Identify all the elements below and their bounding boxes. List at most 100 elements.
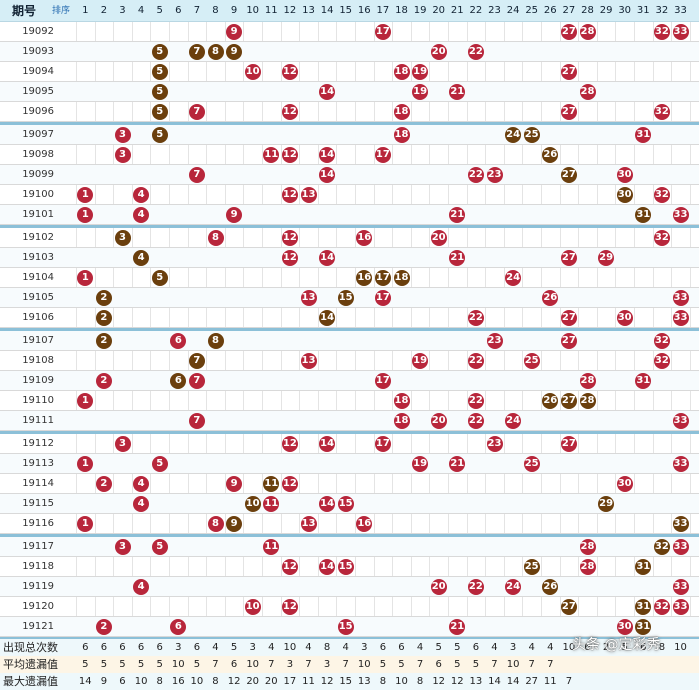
- footer-value: 5: [379, 659, 387, 670]
- drawn-ball: 33: [672, 290, 689, 306]
- drawn-ball: 32: [653, 230, 670, 246]
- drawn-ball: 32: [653, 599, 670, 615]
- drawn-ball: 18: [393, 127, 410, 143]
- lottery-trend-chart: 期号 排序 1 2 3 4 5 6 7 8 9 10 11 12 13 14 15 16 17 18 19 20 21 2…: [0, 0, 699, 690]
- drawn-ball: 20: [430, 413, 447, 429]
- column-header-3: 3: [119, 5, 126, 16]
- footer-value: 6: [472, 642, 480, 653]
- drawn-ball: 33: [672, 516, 689, 532]
- drawn-ball: 12: [281, 599, 298, 615]
- column-header-1: 1: [82, 5, 89, 16]
- footer-value: 8: [416, 676, 424, 687]
- footer-value: 6: [156, 642, 163, 653]
- footer-value: 5: [230, 642, 238, 653]
- drawn-ball: 31: [635, 559, 652, 575]
- drawn-ball: 2: [95, 619, 112, 635]
- drawn-ball: 27: [560, 436, 577, 452]
- drawn-ball: 27: [560, 167, 577, 183]
- footer-value: 5: [100, 659, 108, 670]
- footer-value: 6: [193, 642, 201, 653]
- column-header-13: 13: [302, 5, 315, 16]
- drawn-ball: 11: [263, 147, 280, 163]
- drawn-ball: 10: [244, 599, 261, 615]
- drawn-ball: 33: [672, 539, 689, 555]
- footer-value: 14: [488, 676, 501, 687]
- issue-number: 19095: [22, 86, 54, 97]
- footer-value: 5: [137, 659, 145, 670]
- drawn-ball: 7: [188, 353, 205, 369]
- drawn-ball: 3: [114, 147, 131, 163]
- column-header-22: 22: [469, 5, 483, 16]
- footer-row-label: 出现总次数: [3, 641, 58, 654]
- drawn-ball: 27: [560, 310, 577, 326]
- drawn-ball: 33: [672, 599, 689, 615]
- footer-value: 3: [323, 659, 331, 670]
- drawn-ball: 30: [616, 619, 633, 635]
- footer-value: 5: [435, 642, 442, 653]
- footer-value: 14: [78, 676, 92, 687]
- footer-value: 5: [193, 659, 201, 670]
- grid-line-h: [0, 596, 699, 597]
- issue-number: 19099: [22, 169, 54, 180]
- column-header-12: 12: [283, 5, 297, 16]
- drawn-ball: 30: [616, 167, 633, 183]
- footer-value: 11: [543, 676, 557, 687]
- drawn-ball: 12: [281, 147, 298, 163]
- footer-value: 6: [119, 676, 126, 687]
- column-header-2: 2: [100, 5, 108, 16]
- drawn-ball: 15: [337, 290, 354, 306]
- footer-value: 17: [283, 676, 297, 687]
- footer-value: 13: [357, 676, 371, 687]
- drawn-ball: 8: [207, 333, 224, 349]
- row-stripe: [0, 42, 699, 62]
- drawn-ball: 13: [300, 353, 317, 369]
- column-header-21: 21: [450, 5, 464, 16]
- issue-number: 19121: [22, 621, 54, 632]
- row-stripe: [0, 454, 699, 474]
- row-stripe: [0, 205, 699, 225]
- row-stripe: [0, 125, 699, 145]
- issue-number: 19110: [22, 395, 54, 406]
- footer-value: 10: [357, 659, 371, 670]
- drawn-ball: 25: [523, 456, 540, 472]
- drawn-ball: 27: [560, 393, 577, 409]
- drawn-ball: 25: [523, 559, 540, 575]
- drawn-ball: 7: [188, 44, 205, 60]
- issue-number: 19108: [22, 355, 54, 366]
- drawn-ball: 33: [672, 579, 689, 595]
- row-stripe: [0, 165, 699, 185]
- footer-value: 7: [305, 659, 312, 670]
- drawn-ball: 12: [281, 436, 298, 452]
- sort-button[interactable]: 排序: [46, 0, 76, 22]
- drawn-ball: 14: [319, 250, 336, 266]
- column-header-7: 7: [193, 5, 201, 16]
- column-header-10: 10: [246, 5, 260, 16]
- grid-line-h: [0, 144, 699, 145]
- drawn-ball: 5: [151, 64, 168, 80]
- grid-line-h: [0, 390, 699, 391]
- drawn-ball: 32: [653, 104, 670, 120]
- drawn-ball: 4: [133, 207, 150, 223]
- grid-line-h: [0, 267, 699, 268]
- drawn-ball: 23: [486, 167, 503, 183]
- drawn-ball: 32: [653, 539, 670, 555]
- drawn-ball: 3: [114, 539, 131, 555]
- drawn-ball: 28: [579, 373, 596, 389]
- drawn-ball: 7: [188, 413, 205, 429]
- footer-value: 12: [320, 676, 334, 687]
- column-header-29: 29: [599, 5, 613, 16]
- drawn-ball: 1: [77, 270, 94, 286]
- drawn-ball: 3: [114, 436, 131, 452]
- drawn-ball: 12: [281, 64, 298, 80]
- drawn-ball: 19: [412, 64, 429, 80]
- drawn-ball: 10: [244, 496, 261, 512]
- drawn-ball: 11: [263, 476, 280, 492]
- footer-value: 11: [302, 676, 315, 687]
- drawn-ball: 10: [244, 64, 261, 80]
- footer-value: 4: [547, 642, 554, 653]
- footer-value: 12: [432, 676, 446, 687]
- footer-value: 3: [175, 642, 182, 653]
- footer-value: 10: [246, 659, 260, 670]
- drawn-ball: 33: [672, 310, 689, 326]
- drawn-ball: 22: [467, 579, 484, 595]
